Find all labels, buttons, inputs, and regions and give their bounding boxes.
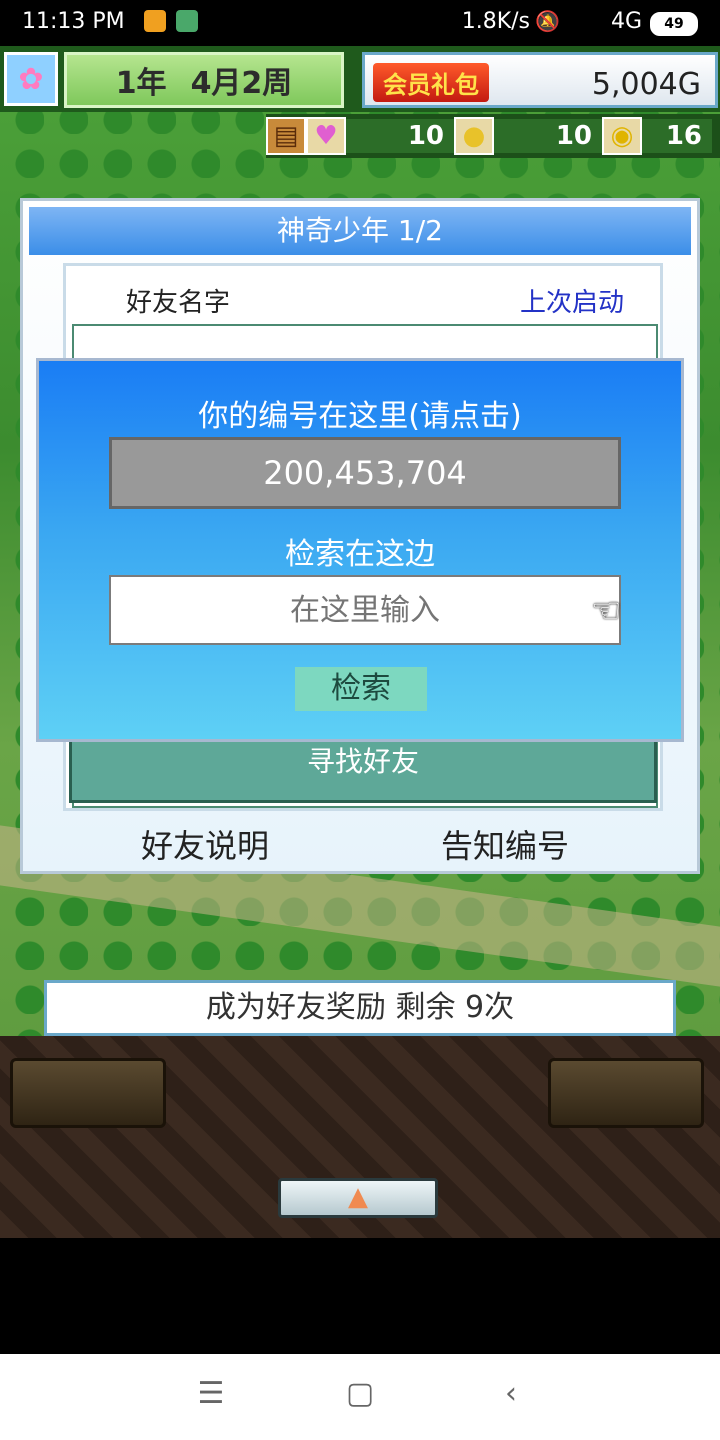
search-dialog: 你的编号在这里(请点击) 200,453,704 检索在这边 ☜ 检索 — [36, 358, 684, 742]
gold-amount: 5,004G — [591, 67, 701, 102]
right-slot-button[interactable] — [548, 1058, 704, 1128]
back-icon[interactable]: ‹ — [486, 1376, 536, 1411]
money-display: 会员礼包 5,004G — [362, 52, 718, 108]
dialog-title: 你的编号在这里(请点击) — [198, 399, 522, 434]
muted-bell-icon: 🔕 — [535, 9, 560, 33]
expand-up-button[interactable]: ▲ — [278, 1178, 438, 1218]
search-label: 检索在这边 — [285, 537, 435, 572]
triangle-up-icon: ▲ — [348, 1182, 368, 1212]
home-icon[interactable]: ▢ — [335, 1376, 385, 1411]
game-app-icon — [176, 10, 198, 32]
status-bar: 11:13 PM 1.8K/s 🔕 4G 49 — [0, 0, 720, 46]
column-friend-name: 好友名字 — [126, 288, 231, 318]
search-button[interactable]: 检索 — [295, 667, 427, 711]
navigation-bar: ☰ ▢ ‹ — [0, 1354, 720, 1440]
friend-help-link[interactable]: 好友说明 — [141, 821, 269, 867]
flower-icon[interactable]: ✿ — [4, 52, 58, 106]
heart-icon: ♥ — [306, 117, 346, 155]
vip-gift-button[interactable]: 会员礼包 — [373, 63, 489, 102]
panel-title: 神奇少年 1/2 — [29, 207, 691, 255]
clock: 11:13 PM — [22, 9, 125, 34]
friend-reward-bar: 成为好友奖励 剩余 9次 — [44, 980, 676, 1036]
heart-count: 10 — [346, 119, 454, 153]
column-last-launch[interactable]: 上次启动 — [520, 282, 624, 319]
coin-count: 16 — [642, 119, 712, 153]
search-input[interactable] — [109, 575, 621, 645]
treasure-chest-icon[interactable]: ▤ — [266, 117, 306, 155]
player-id-box[interactable]: 200,453,704 — [109, 437, 621, 509]
network-speed: 1.8K/s — [461, 9, 530, 34]
battery-icon: 49 — [650, 12, 698, 36]
weibo-icon — [144, 10, 166, 32]
tell-id-link[interactable]: 告知编号 — [441, 821, 569, 867]
month-week-label: 4月2周 — [190, 66, 293, 101]
idea-count: 10 — [494, 119, 602, 153]
coin-icon: ◉ — [602, 117, 642, 155]
year-label: 1年 — [115, 66, 167, 101]
left-slot-button[interactable] — [10, 1058, 166, 1128]
menu-icon[interactable]: ☰ — [186, 1376, 236, 1411]
date-display: 1年 4月2周 — [64, 52, 344, 108]
signal-label: 4G — [610, 9, 642, 34]
bottom-panel: ▲ — [0, 1036, 720, 1238]
pointing-hand-icon: ☜ — [591, 591, 622, 631]
screen-gap — [0, 1238, 720, 1354]
resource-bar: ▤ ♥ 10 ● 10 ◉ 16 — [266, 114, 720, 158]
lightbulb-icon: ● — [454, 117, 494, 155]
